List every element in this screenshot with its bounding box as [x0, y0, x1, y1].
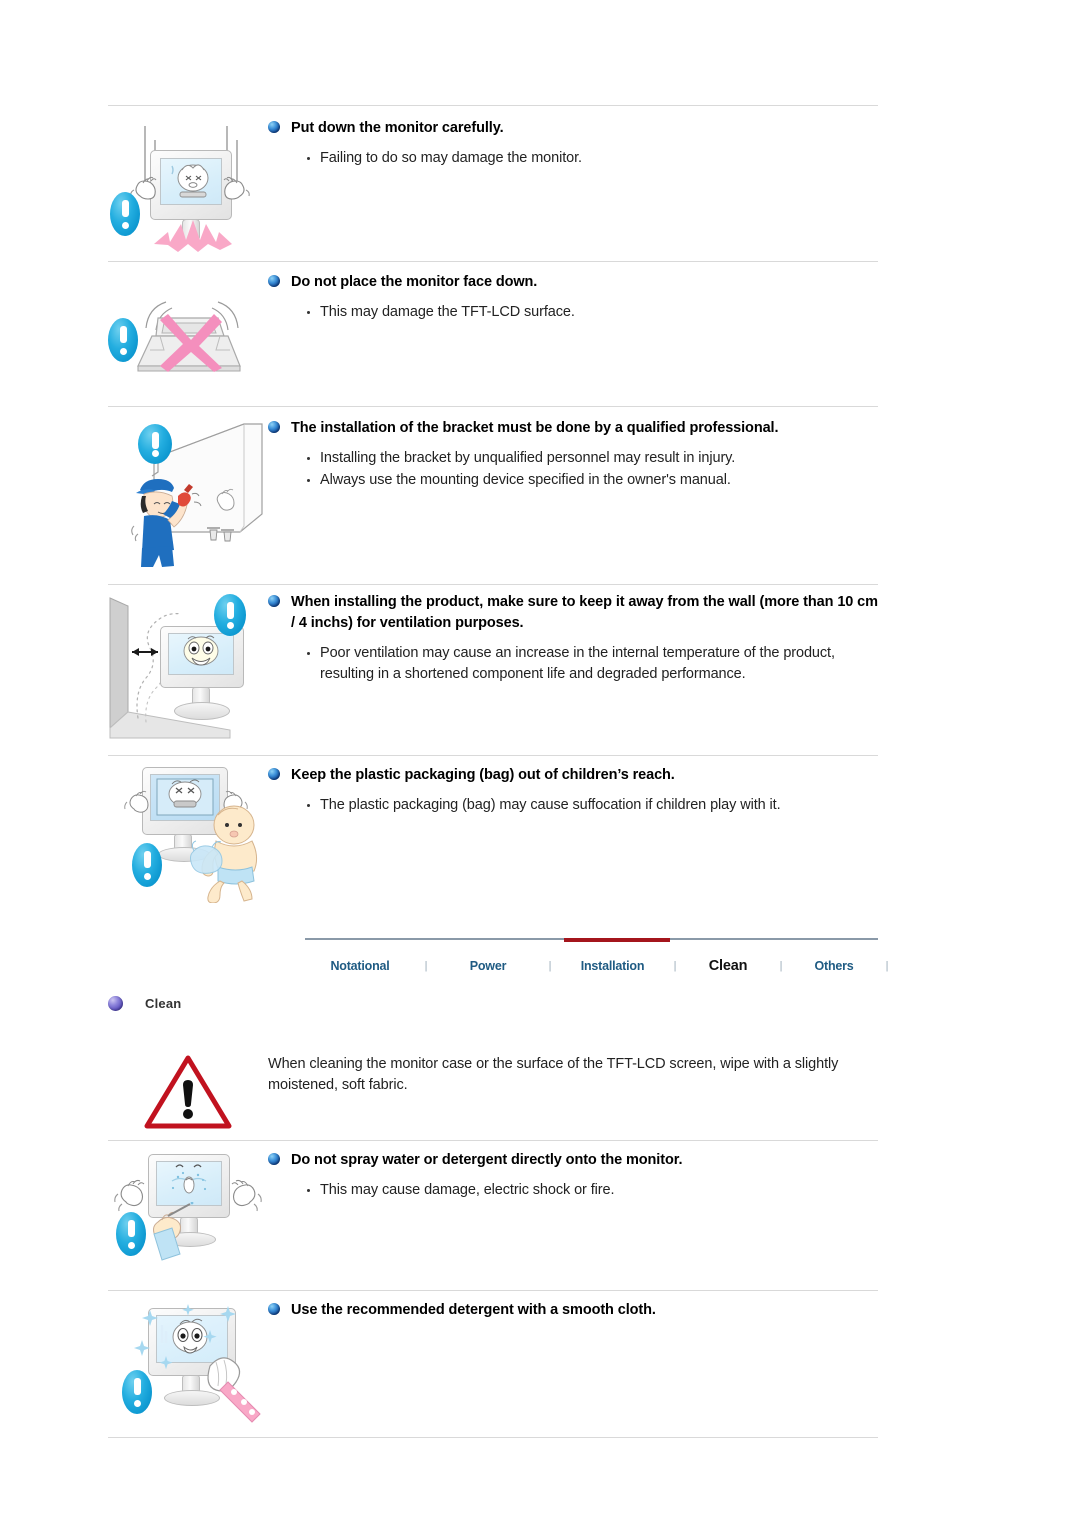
exclamation-icon: [138, 424, 172, 464]
tab-clean[interactable]: Clean: [686, 946, 770, 974]
section-heading: When installing the product, make sure t…: [268, 592, 878, 634]
exclamation-icon: [122, 1370, 152, 1414]
monitor-face-down-icon: [108, 288, 258, 398]
wall-bracket-installer-icon: [108, 418, 268, 568]
section-wall-clearance: When installing the product, make sure t…: [108, 592, 878, 747]
blue-sphere-bullet-icon: [268, 421, 280, 433]
tab-separator: |: [885, 960, 889, 972]
list-item: Always use the mounting device specified…: [307, 470, 878, 491]
list-item: This may cause damage, electric shock or…: [307, 1180, 878, 1201]
section-bullets: This may cause damage, electric shock or…: [268, 1180, 878, 1201]
section-heading: Keep the plastic packaging (bag) out of …: [268, 765, 878, 786]
monitor-wall-clearance-icon: [102, 592, 262, 742]
section-use-detergent: Use the recommended detergent with a smo…: [108, 1300, 878, 1430]
divider: [108, 584, 878, 585]
blue-sphere-bullet-icon: [268, 275, 280, 287]
section-heading: The installation of the bracket must be …: [268, 418, 878, 439]
section-heading: Do not place the monitor face down.: [268, 272, 878, 293]
blue-sphere-bullet-icon: [268, 595, 280, 607]
clean-label-text: Clean: [145, 996, 182, 1011]
monitor-wipe-cloth-icon: [114, 1300, 289, 1430]
divider: [108, 1290, 878, 1291]
exclamation-icon: [116, 1212, 146, 1256]
blue-sphere-bullet-icon: [268, 121, 280, 133]
section-heading: Use the recommended detergent with a smo…: [268, 1300, 878, 1321]
section-bullets: Failing to do so may damage the monitor.: [268, 148, 878, 169]
tab-separator: |: [779, 960, 783, 972]
divider: [108, 755, 878, 756]
exclamation-icon: [108, 318, 138, 362]
exclamation-icon: [214, 594, 246, 636]
tab-separator: |: [673, 960, 677, 972]
list-item: Poor ventilation may cause an increase i…: [307, 643, 878, 684]
warning-triangle-icon: [144, 1054, 232, 1135]
divider: [108, 1140, 878, 1141]
section-heading: Put down the monitor carefully.: [268, 118, 878, 139]
tab-notational[interactable]: Notational: [305, 947, 415, 973]
baby-plastic-bag-icon: [120, 765, 280, 905]
tab-others[interactable]: Others: [792, 947, 876, 973]
tab-separator: |: [548, 960, 552, 972]
tab-power[interactable]: Power: [437, 947, 539, 973]
section-bullets: This may damage the TFT-LCD surface.: [268, 302, 878, 323]
purple-sphere-bullet-icon: [108, 996, 123, 1011]
section-face-down: Do not place the monitor face down. This…: [108, 272, 878, 400]
divider: [108, 105, 878, 106]
tab-separator: |: [424, 960, 428, 972]
divider: [108, 1437, 878, 1438]
exclamation-icon: [132, 843, 162, 887]
section-bullets: The plastic packaging (bag) may cause su…: [268, 795, 878, 816]
list-item: Failing to do so may damage the monitor.: [307, 148, 878, 169]
section-put-down-monitor: Put down the monitor carefully. Failing …: [108, 118, 878, 258]
list-item: This may damage the TFT-LCD surface.: [307, 302, 878, 323]
monitor-dropped-icon: [108, 118, 258, 253]
tab-installation[interactable]: Installation: [561, 947, 664, 973]
section-bullets: Installing the bracket by unqualified pe…: [268, 448, 878, 490]
section-plastic-bag: Keep the plastic packaging (bag) out of …: [108, 765, 878, 915]
clean-section-label: Clean: [108, 996, 181, 1011]
section-no-spray: Do not spray water or detergent directly…: [108, 1150, 878, 1285]
blue-sphere-bullet-icon: [268, 768, 280, 780]
blue-sphere-bullet-icon: [268, 1303, 280, 1315]
divider: [108, 261, 878, 262]
list-item: Installing the bracket by unqualified pe…: [307, 448, 878, 469]
section-heading: Do not spray water or detergent directly…: [268, 1150, 878, 1171]
blue-sphere-bullet-icon: [268, 1153, 280, 1165]
section-tabs: Notational | Power | Installation | Clea…: [305, 938, 888, 980]
document-page: Put down the monitor carefully. Failing …: [0, 0, 1080, 1528]
section-bracket-install: The installation of the bracket must be …: [108, 418, 878, 576]
clean-note: When cleaning the monitor case or the su…: [108, 1048, 878, 1140]
clean-note-text: When cleaning the monitor case or the su…: [268, 1056, 839, 1093]
divider: [108, 406, 878, 407]
monitor-spray-warning-icon: [112, 1150, 272, 1280]
section-bullets: Poor ventilation may cause an increase i…: [268, 643, 878, 684]
list-item: The plastic packaging (bag) may cause su…: [307, 795, 878, 816]
exclamation-icon: [110, 192, 140, 236]
